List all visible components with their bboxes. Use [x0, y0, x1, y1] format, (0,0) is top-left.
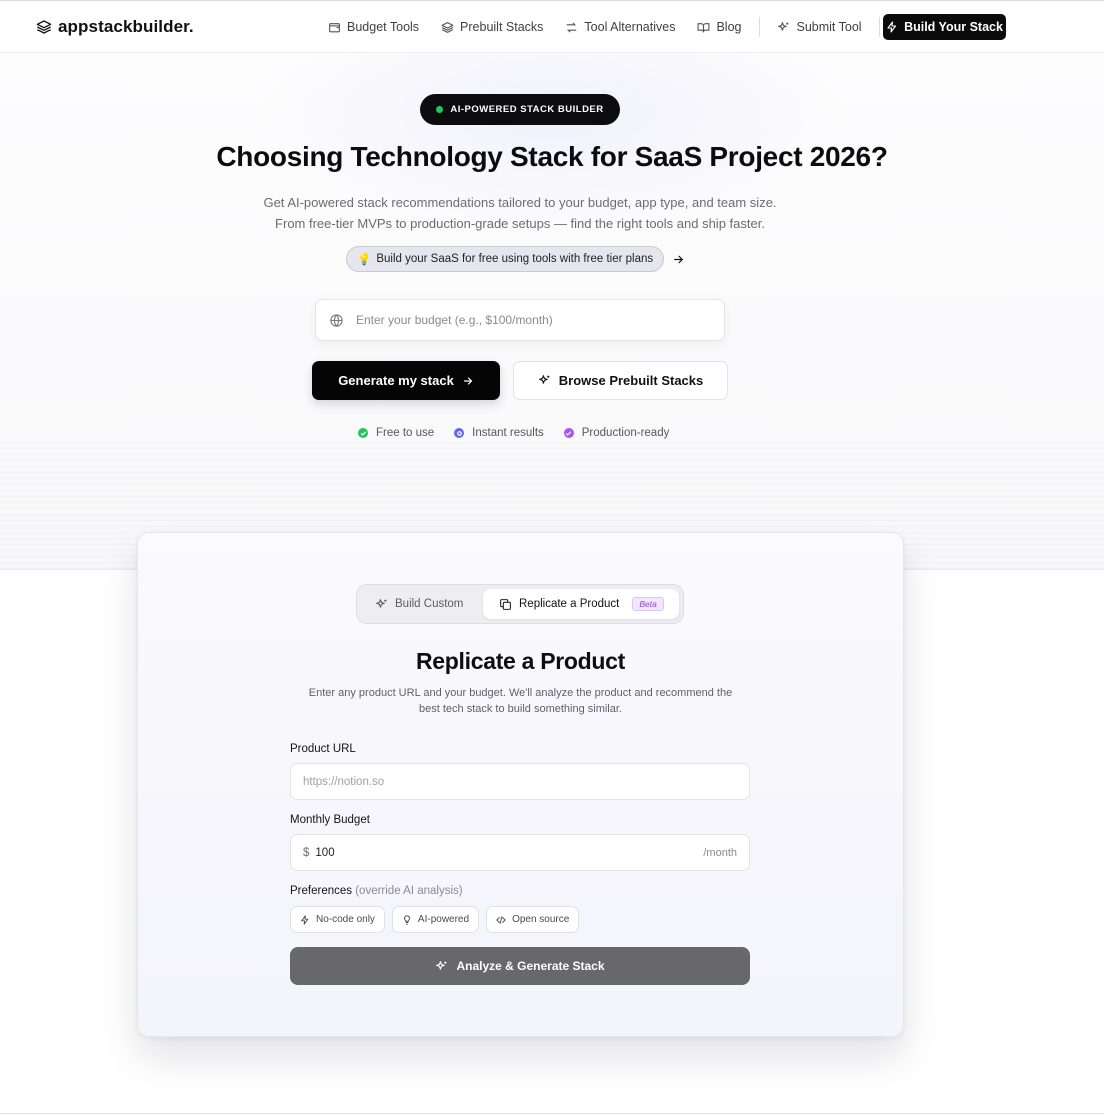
sparkles-icon: [436, 960, 447, 970]
card-description-line: best tech stack to build something simil…: [419, 703, 622, 715]
hero-subtitle-line: From free-tier MVPs to production-grade …: [275, 216, 765, 231]
product-url-field[interactable]: [290, 763, 750, 800]
swap-arrows-icon: [567, 22, 577, 32]
chip-label: Open source: [512, 914, 570, 925]
nav-link-submit-tool[interactable]: Submit Tool: [777, 14, 862, 40]
sparkles-icon: [538, 375, 550, 384]
ai-badge-label: AI-POWERED STACK BUILDER: [450, 104, 604, 115]
product-url-label: Product URL: [290, 743, 356, 755]
tab-replicate-product-label: Replicate a Product: [519, 598, 620, 610]
copy-icon: [500, 598, 511, 610]
feature-label: Free to use: [376, 427, 435, 439]
globe-icon: [330, 313, 343, 327]
feature-label: Instant results: [472, 427, 544, 439]
feature-production: Production-ready: [563, 427, 670, 439]
generate-stack-label: Generate my stack: [338, 373, 454, 388]
feature-label: Production-ready: [581, 427, 670, 439]
tab-build-custom-label: Build Custom: [395, 598, 464, 610]
hero-subtitle-line: Get AI-powered stack recommendations tai…: [263, 195, 777, 210]
nav-divider: [759, 17, 761, 37]
lightbulb-icon: [403, 914, 410, 925]
build-your-stack-button[interactable]: Build Your Stack: [883, 14, 1006, 40]
feature-highlights: Free to use Instant results Production-r…: [358, 425, 669, 441]
nav-links: Budget Tools Prebuilt Stacks Tool Altern…: [328, 14, 880, 40]
bottom-border: [0, 1113, 1104, 1114]
preferences-label: Preferences (override AI analysis): [290, 885, 463, 897]
budget-input-box[interactable]: [315, 299, 725, 341]
bolt-icon: [301, 914, 309, 925]
chip-label: No-code only: [316, 914, 375, 925]
arrow-right-icon[interactable]: [672, 253, 685, 266]
clock-circle-icon: [454, 428, 465, 438]
beta-badge: Beta: [632, 597, 664, 611]
nav-link-prebuilt-stacks[interactable]: Prebuilt Stacks: [441, 14, 543, 40]
currency-symbol: $: [303, 846, 310, 859]
nav-link-label: Prebuilt Stacks: [460, 20, 544, 34]
analyze-generate-button[interactable]: Analyze & Generate Stack: [290, 947, 750, 985]
mode-tab-switcher: Build Custom Replicate a Product Beta: [356, 584, 684, 624]
sparkles-icon: [778, 21, 789, 31]
wallet-icon: [329, 22, 340, 32]
nav-link-label: Blog: [716, 20, 742, 34]
generate-stack-button[interactable]: Generate my stack: [312, 361, 500, 400]
preferences-hint: (override AI analysis): [355, 885, 463, 897]
book-open-icon: [697, 22, 710, 32]
per-month-suffix: /month: [703, 846, 737, 859]
hero-title: Choosing Technology Stack for SaaS Proje…: [216, 141, 888, 172]
nav-link-budget-tools[interactable]: Budget Tools: [328, 14, 419, 40]
monthly-budget-input[interactable]: [315, 846, 704, 859]
product-url-input[interactable]: [303, 775, 737, 788]
browse-prebuilt-stacks-button[interactable]: Browse Prebuilt Stacks: [513, 361, 728, 400]
stack-layers-icon: [36, 20, 52, 34]
chip-open-source[interactable]: Open source: [486, 906, 580, 933]
nav-link-tool-alternatives[interactable]: Tool Alternatives: [565, 14, 675, 40]
preferences-title: Preferences: [290, 885, 353, 897]
feature-instant: Instant results: [454, 427, 544, 439]
chip-no-code-only[interactable]: No-code only: [290, 906, 385, 933]
lightbulb-emoji-icon: 💡: [357, 254, 372, 266]
card-description: Enter any product URL and your budget. W…: [137, 685, 904, 717]
free-tier-tip[interactable]: 💡 Build your SaaS for free using tools w…: [346, 246, 685, 272]
brand-name: appstackbuilder.: [58, 17, 194, 36]
free-tier-tip-label: Build your SaaS for free using tools wit…: [376, 253, 654, 265]
check-circle-icon: [563, 428, 574, 438]
monthly-budget-label: Monthly Budget: [290, 814, 370, 826]
analyze-generate-label: Analyze & Generate Stack: [456, 959, 605, 973]
code-icon: [496, 915, 506, 924]
arrow-right-icon: [463, 376, 473, 385]
nav-link-label: Tool Alternatives: [584, 20, 676, 34]
browse-prebuilt-stacks-label: Browse Prebuilt Stacks: [558, 373, 704, 388]
top-navbar: appstackbuilder. Budget Tools Prebuilt S…: [0, 1, 1104, 53]
build-your-stack-label: Build Your Stack: [904, 20, 1003, 34]
budget-input[interactable]: [356, 313, 696, 327]
nav-link-label: Submit Tool: [796, 20, 862, 34]
card-description-line: Enter any product URL and your budget. W…: [308, 687, 733, 699]
nav-link-label: Budget Tools: [347, 20, 420, 34]
brand-logo[interactable]: appstackbuilder.: [36, 17, 194, 37]
chip-ai-powered[interactable]: AI-powered: [391, 906, 480, 933]
check-circle-icon: [358, 428, 368, 438]
chip-label: AI-powered: [417, 914, 470, 925]
layers-icon: [441, 21, 454, 33]
free-tier-tip-pill[interactable]: 💡 Build your SaaS for free using tools w…: [346, 246, 665, 272]
status-dot: [436, 106, 444, 113]
bolt-icon: [887, 21, 897, 33]
hero-subtitle: Get AI-powered stack recommendations tai…: [0, 192, 1040, 234]
card-title: Replicate a Product: [415, 648, 626, 674]
ai-badge: AI-POWERED STACK BUILDER: [420, 94, 620, 125]
nav-link-blog[interactable]: Blog: [697, 14, 741, 40]
tab-replicate-product[interactable]: Replicate a Product Beta: [483, 589, 679, 619]
sparkles-icon: [376, 598, 387, 608]
monthly-budget-field[interactable]: $ /month: [290, 834, 750, 871]
feature-free: Free to use: [358, 427, 434, 439]
nav-divider: [878, 17, 880, 37]
preference-chips: No-code only AI-powered Open source: [290, 906, 580, 933]
tab-build-custom[interactable]: Build Custom: [375, 589, 463, 619]
